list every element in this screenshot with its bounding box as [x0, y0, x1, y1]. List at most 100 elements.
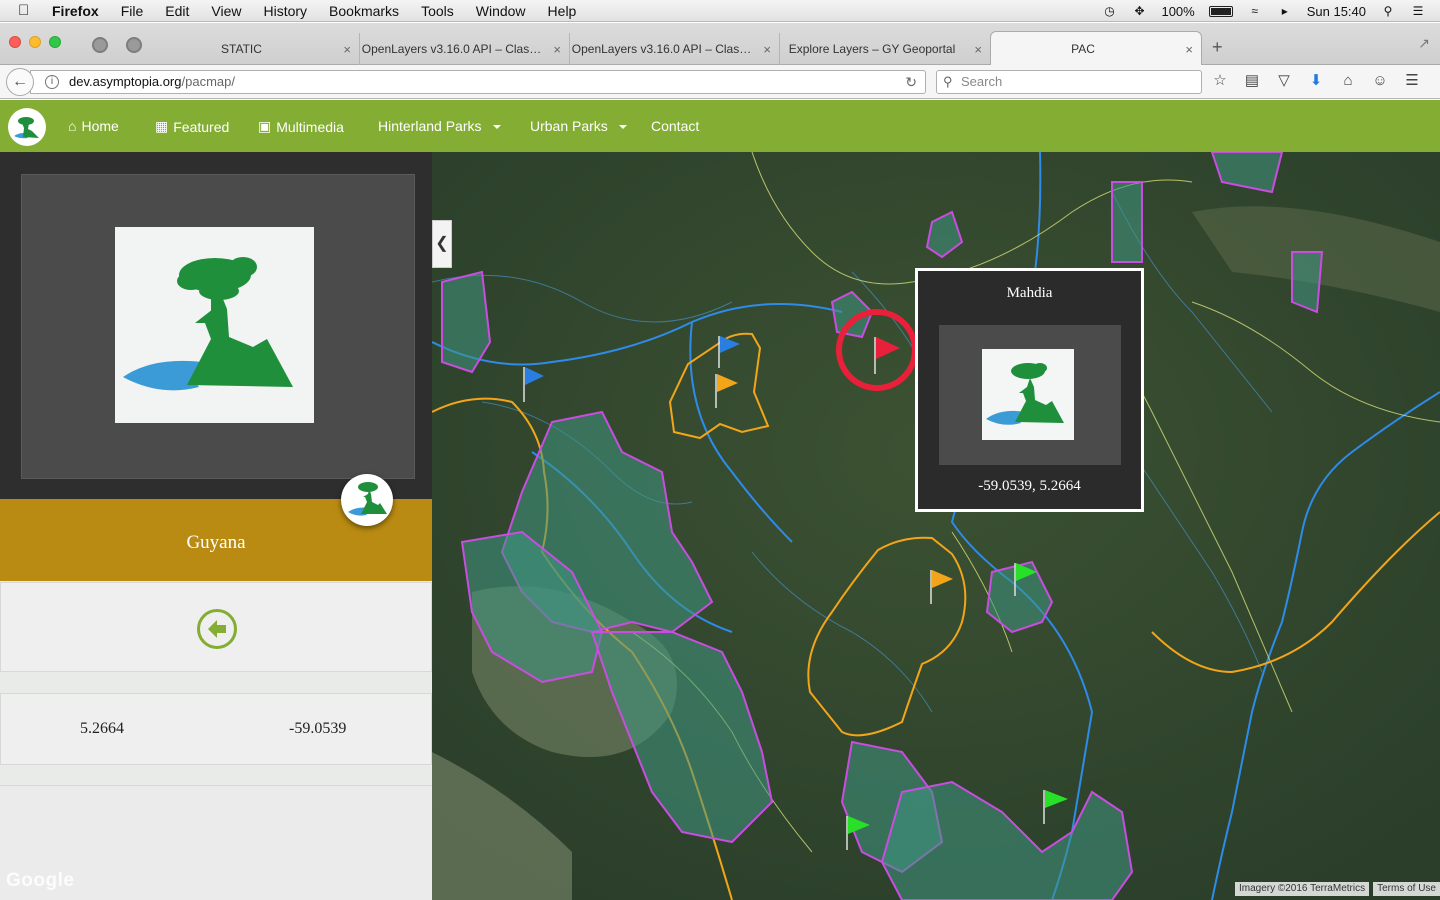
chevron-left-icon: ❮ [435, 235, 449, 252]
picture-icon: ▣ [258, 118, 272, 134]
menu-edit[interactable]: Edit [165, 3, 189, 19]
tree-logo-icon [123, 257, 293, 391]
flag-marker-orange[interactable] [930, 570, 953, 604]
tab-static[interactable]: STATIC × [150, 33, 360, 65]
tab-close-icon[interactable]: × [974, 42, 982, 57]
flag-marker-blue[interactable] [718, 336, 740, 368]
window-controls [9, 36, 61, 48]
pinned-tab-globe-icon[interactable] [126, 37, 142, 53]
site-navbar: ⌂ Home ▦ Featured ▣ Multimedia Hinterlan… [0, 100, 1440, 152]
tab-label: Explore Layers – GY Geoportal [788, 42, 956, 56]
nav-featured[interactable]: ▦ Featured [155, 118, 229, 135]
menu-bookmarks[interactable]: Bookmarks [329, 3, 399, 19]
menu-help[interactable]: Help [548, 3, 577, 19]
tab-close-icon[interactable]: × [343, 42, 351, 57]
battery-icon[interactable] [1208, 5, 1233, 17]
longitude-value: -59.0539 [289, 720, 347, 737]
info-sidebar: Guyana 5.2664 -59.0539 Google [0, 152, 432, 900]
volume-icon[interactable]: ▸ [1277, 4, 1293, 18]
notification-center-icon[interactable]: ☰ [1410, 4, 1426, 18]
nav-urban-parks-dropdown[interactable]: Urban Parks [530, 118, 627, 134]
terms-of-use-link[interactable]: Terms of Use [1373, 882, 1440, 896]
tab-pac-active[interactable]: PAC × [990, 31, 1202, 66]
tree-logo-icon [348, 482, 387, 516]
spotlight-search-icon[interactable]: ⚲ [1380, 4, 1396, 18]
satellite-map[interactable] [432, 152, 1440, 900]
nav-multimedia[interactable]: ▣ Multimedia [258, 118, 344, 135]
tab-close-icon[interactable]: × [763, 42, 771, 57]
flag-marker-green[interactable] [846, 816, 870, 850]
sidebar-image-frame [21, 174, 415, 479]
menu-window[interactable]: Window [476, 3, 526, 19]
url-bar[interactable]: i dev.asymptopia.org/pacmap/ ↻ [30, 70, 926, 94]
google-watermark: Google [6, 870, 75, 891]
pocket-icon[interactable]: ▽ [1274, 71, 1294, 91]
tab-close-icon[interactable]: × [1185, 42, 1193, 57]
close-window-button[interactable] [9, 36, 21, 48]
flag-marker-blue[interactable] [523, 367, 544, 402]
minimize-window-button[interactable] [29, 36, 41, 48]
wifi-icon[interactable]: ≈ [1247, 4, 1263, 18]
tree-logo-icon [986, 363, 1064, 425]
nav-contact-label: Contact [651, 118, 700, 134]
flag-marker-green[interactable] [1014, 563, 1037, 596]
browser-navigation-bar: i dev.asymptopia.org/pacmap/ ↻ ← ⚲ Searc… [0, 65, 1440, 99]
nav-multimedia-label: Multimedia [276, 118, 344, 135]
url-host: dev.asymptopia.org [69, 74, 182, 89]
nav-featured-label: Featured [173, 118, 230, 135]
site-logo[interactable] [8, 108, 46, 146]
menu-app-name[interactable]: Firefox [52, 3, 99, 19]
fullscreen-icon[interactable]: ↗ [1418, 35, 1430, 52]
menu-file[interactable]: File [121, 3, 144, 19]
tab-openlayers-2[interactable]: OpenLayers v3.16.0 API – Clas… × [570, 33, 780, 65]
collapse-sidebar-button[interactable]: ❮ [432, 220, 452, 268]
reload-icon[interactable]: ↻ [905, 71, 917, 93]
popup-title: Mahdia [1006, 285, 1053, 301]
flag-marker-red-selected[interactable] [874, 337, 900, 374]
apple-icon[interactable]:  [18, 2, 38, 19]
download-icon[interactable]: ⬇ [1306, 71, 1326, 91]
popup-logo-image [982, 349, 1074, 440]
macos-menu-bar:  Firefox File Edit View History Bookmar… [0, 0, 1440, 22]
flag-marker-green[interactable] [1043, 790, 1068, 824]
arrow-left-icon [208, 620, 226, 638]
hamburger-menu-icon[interactable]: ☰ [1402, 71, 1422, 91]
menubar-status-area: ◷ ✥ 100% ≈ ▸ Sun 15:40 ⚲ ☰ [1101, 0, 1426, 22]
menubar-clock[interactable]: Sun 15:40 [1307, 4, 1366, 19]
tab-label: STATIC [221, 42, 262, 56]
film-icon: ▦ [155, 118, 169, 134]
menu-tools[interactable]: Tools [421, 3, 454, 19]
popup-image-frame [939, 325, 1121, 465]
flag-markers-layer [523, 309, 1068, 850]
chat-icon[interactable]: ☺ [1370, 71, 1390, 91]
home-icon[interactable]: ⌂ [1338, 71, 1358, 91]
back-arrow-button[interactable] [197, 609, 237, 649]
tab-openlayers-1[interactable]: OpenLayers v3.16.0 API – Clas… × [360, 33, 570, 65]
tab-label: PAC [1071, 42, 1095, 56]
pinned-tab-globe-icon[interactable] [92, 37, 108, 53]
menu-view[interactable]: View [211, 3, 241, 19]
back-arrow-icon: ← [12, 73, 28, 90]
nav-hinterland-parks-dropdown[interactable]: Hinterland Parks [378, 118, 501, 134]
latitude-value: 5.2664 [80, 720, 124, 737]
new-tab-button[interactable]: + [1212, 37, 1223, 58]
tab-explore-layers[interactable]: Explore Layers – GY Geoportal × [780, 33, 990, 65]
search-input[interactable]: ⚲ Search [936, 70, 1202, 94]
back-button[interactable]: ← [6, 68, 34, 96]
zoom-window-button[interactable] [49, 36, 61, 48]
bluetooth-icon[interactable]: ✥ [1131, 4, 1147, 18]
home-icon: ⌂ [68, 118, 77, 134]
menu-history[interactable]: History [263, 3, 307, 19]
park-logo-image [115, 227, 314, 423]
bookmark-star-icon[interactable]: ☆ [1210, 71, 1230, 91]
nav-contact[interactable]: Contact [651, 118, 699, 134]
battery-percent: 100% [1161, 3, 1195, 19]
browser-tab-strip: STATIC × OpenLayers v3.16.0 API – Clas… … [0, 23, 1440, 66]
flag-marker-orange[interactable] [715, 374, 738, 408]
time-machine-icon[interactable]: ◷ [1101, 4, 1117, 18]
tab-close-icon[interactable]: × [553, 42, 561, 57]
site-info-icon[interactable]: i [45, 75, 59, 89]
reading-list-icon[interactable]: ▤ [1242, 71, 1262, 91]
nav-home[interactable]: ⌂ Home [68, 118, 119, 134]
park-logo-badge [341, 474, 393, 526]
